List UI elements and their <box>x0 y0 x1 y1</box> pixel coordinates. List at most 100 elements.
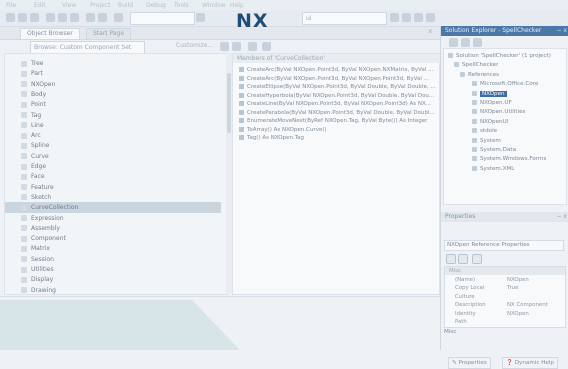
member-item[interactable]: CreateHyperbola(ByVal NXOpen.Point3d, By… <box>239 92 434 100</box>
back-icon[interactable] <box>220 42 229 51</box>
property-name: Identity <box>455 310 476 317</box>
property-value[interactable]: NXOpen <box>507 276 529 284</box>
tree-item-label: Session <box>31 255 54 263</box>
property-row[interactable]: Identity NXOpen <box>445 310 565 318</box>
solution-tree-item[interactable]: System.XML <box>472 165 514 174</box>
property-row[interactable]: Copy Local True <box>445 284 565 292</box>
add-reference-icon[interactable] <box>262 42 271 51</box>
customize-button[interactable]: Customize... <box>176 42 213 49</box>
class-icon <box>21 287 27 294</box>
solution-tree-item[interactable]: References <box>460 71 499 80</box>
solution-tree-item[interactable]: System <box>472 137 501 146</box>
reference-icon <box>472 90 477 96</box>
tree-item-label: Utilities <box>31 266 54 273</box>
object-browser-icon[interactable] <box>426 13 435 22</box>
menu-item[interactable]: Build <box>118 2 133 9</box>
tree-item-label: Tag <box>31 111 42 119</box>
alphabetical-icon[interactable] <box>458 254 468 264</box>
menu-bar: File Edit View Project Build Debug Tools Window… <box>0 0 568 10</box>
property-value[interactable]: NXOpen <box>507 310 529 318</box>
method-icon <box>239 67 244 72</box>
property-name: (Name) <box>455 276 476 283</box>
find-icon[interactable] <box>196 13 205 22</box>
member-item[interactable]: CreateArc(ByVal NXOpen.Point3d, ByVal NX… <box>239 75 429 83</box>
menu-item[interactable]: Tools <box>174 2 189 9</box>
solution-tree-item[interactable]: SpellChecker <box>454 61 498 70</box>
menu-item[interactable]: Edit <box>34 2 46 9</box>
solution-tree-item[interactable]: System.Data <box>472 146 516 155</box>
find-combo[interactable]: ui <box>302 12 387 25</box>
pin-icon[interactable]: − x <box>557 212 568 222</box>
categorized-icon[interactable] <box>446 254 456 264</box>
solution-tree-label: SpellChecker <box>462 62 499 69</box>
solution-tree-item[interactable]: Solution 'SpellChecker' (1 project) <box>448 52 551 61</box>
solution-config-combo[interactable] <box>130 12 195 25</box>
properties-icon[interactable] <box>449 38 458 47</box>
member-item[interactable]: Tag() As NXOpen.Tag <box>239 134 304 142</box>
properties-icon[interactable] <box>402 13 411 22</box>
scroll-thumb[interactable] <box>227 73 231 133</box>
forward-icon[interactable] <box>232 42 241 51</box>
member-label: EnumerateMoveNext(ByRef NXOpen.Tag, ByVa… <box>247 118 428 124</box>
solution-tree[interactable]: Solution 'SpellChecker' (1 project) Spell… <box>443 48 567 205</box>
solution-tree-item[interactable]: NXOpenUI <box>472 118 508 127</box>
copy-icon[interactable] <box>58 13 67 22</box>
pin-icon[interactable]: − x <box>557 26 568 36</box>
tree-item[interactable]: Drawing <box>5 285 221 296</box>
save-icon[interactable] <box>30 13 39 22</box>
menu-item[interactable]: Help <box>230 2 244 9</box>
property-name: Misc <box>449 268 461 274</box>
settings-icon[interactable] <box>248 42 257 51</box>
property-value[interactable]: NX Component <box>507 301 548 309</box>
member-label: Tag() As NXOpen.Tag <box>247 135 305 141</box>
properties-object-combo[interactable]: NXOpen Reference Properties <box>444 240 564 251</box>
member-item[interactable]: CreateEllipse(ByVal NXOpen.Point3d, ByVa… <box>239 83 436 91</box>
paste-icon[interactable] <box>70 13 79 22</box>
class-icon <box>21 122 27 129</box>
property-row[interactable]: (Name) NXOpen <box>445 276 565 284</box>
cut-icon[interactable] <box>46 13 55 22</box>
property-row[interactable]: Culture <box>445 293 565 301</box>
property-row[interactable]: Path <box>445 318 565 326</box>
member-item[interactable]: EnumerateMoveNext(ByRef NXOpen.Tag, ByVa… <box>239 117 427 125</box>
tree-item-label: Component <box>31 235 66 243</box>
solution-tree-item[interactable]: System.Windows.Forms <box>472 155 546 164</box>
refresh-icon[interactable] <box>473 38 482 47</box>
tab-object-browser[interactable]: Object Browser <box>20 28 80 40</box>
reference-icon <box>472 81 477 87</box>
tab-start-page[interactable]: Start Page <box>86 28 132 40</box>
solution-tree-item[interactable]: NXOpen.UF <box>472 99 512 108</box>
open-file-icon[interactable] <box>18 13 27 22</box>
member-item[interactable]: CreateArc(ByVal NXOpen.Point3d, ByVal NX… <box>239 66 433 74</box>
redo-icon[interactable] <box>98 13 107 22</box>
tab-properties[interactable]: ✎ Properties <box>448 357 491 369</box>
property-grid[interactable]: Misc (Name) NXOpen Copy Local True Culture Des… <box>444 266 566 328</box>
solution-tree-item[interactable]: stdole <box>472 127 497 136</box>
menu-item[interactable]: View <box>62 2 76 9</box>
show-all-files-icon[interactable] <box>461 38 470 47</box>
new-file-icon[interactable] <box>6 13 15 22</box>
property-value[interactable]: True <box>507 284 518 292</box>
menu-item[interactable]: File <box>6 2 16 9</box>
property-category[interactable]: Misc <box>445 267 565 275</box>
close-icon[interactable]: x <box>428 28 432 35</box>
solution-tree-item[interactable]: NXOpen.Utilities <box>472 108 525 117</box>
menu-item[interactable]: Window <box>202 2 226 9</box>
undo-icon[interactable] <box>86 13 95 22</box>
menu-item[interactable]: Project <box>90 2 111 9</box>
member-item[interactable]: CreateLine(ByVal NXOpen.Point3d, ByVal N… <box>239 100 431 108</box>
property-pages-icon[interactable] <box>472 254 482 264</box>
members-pane[interactable]: Members of 'CurveCollection' CreateArc(B… <box>232 53 443 295</box>
solution-tree-item[interactable]: NXOpen <box>472 90 507 99</box>
property-row[interactable]: Description NX Component <box>445 301 565 309</box>
toolbox-icon[interactable] <box>414 13 423 22</box>
solution-tree-item[interactable]: Microsoft.Office.Core <box>472 80 538 89</box>
method-icon <box>239 118 244 123</box>
start-debug-icon[interactable] <box>114 13 123 22</box>
tab-dynamic-help[interactable]: ❓ Dynamic Help <box>502 357 558 369</box>
member-item[interactable]: ToArray() As NXOpen.Curve() <box>239 126 327 134</box>
objects-pane[interactable]: Tree Part NXOpen Body Point Tag Line Arc Spline C… <box>4 53 228 295</box>
member-item[interactable]: CreateParabola(ByVal NXOpen.Point3d, ByV… <box>239 109 435 117</box>
solution-explorer-icon[interactable] <box>390 13 399 22</box>
menu-item[interactable]: Debug <box>146 2 166 9</box>
